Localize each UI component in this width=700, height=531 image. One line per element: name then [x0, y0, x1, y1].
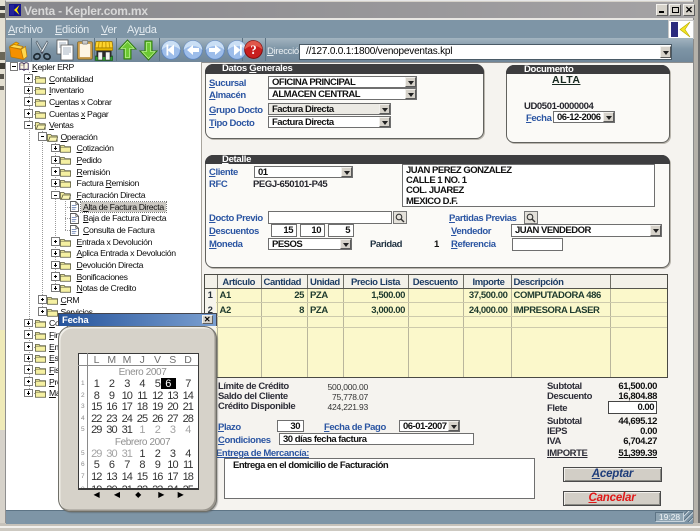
svg-text:?: ? — [250, 43, 256, 57]
